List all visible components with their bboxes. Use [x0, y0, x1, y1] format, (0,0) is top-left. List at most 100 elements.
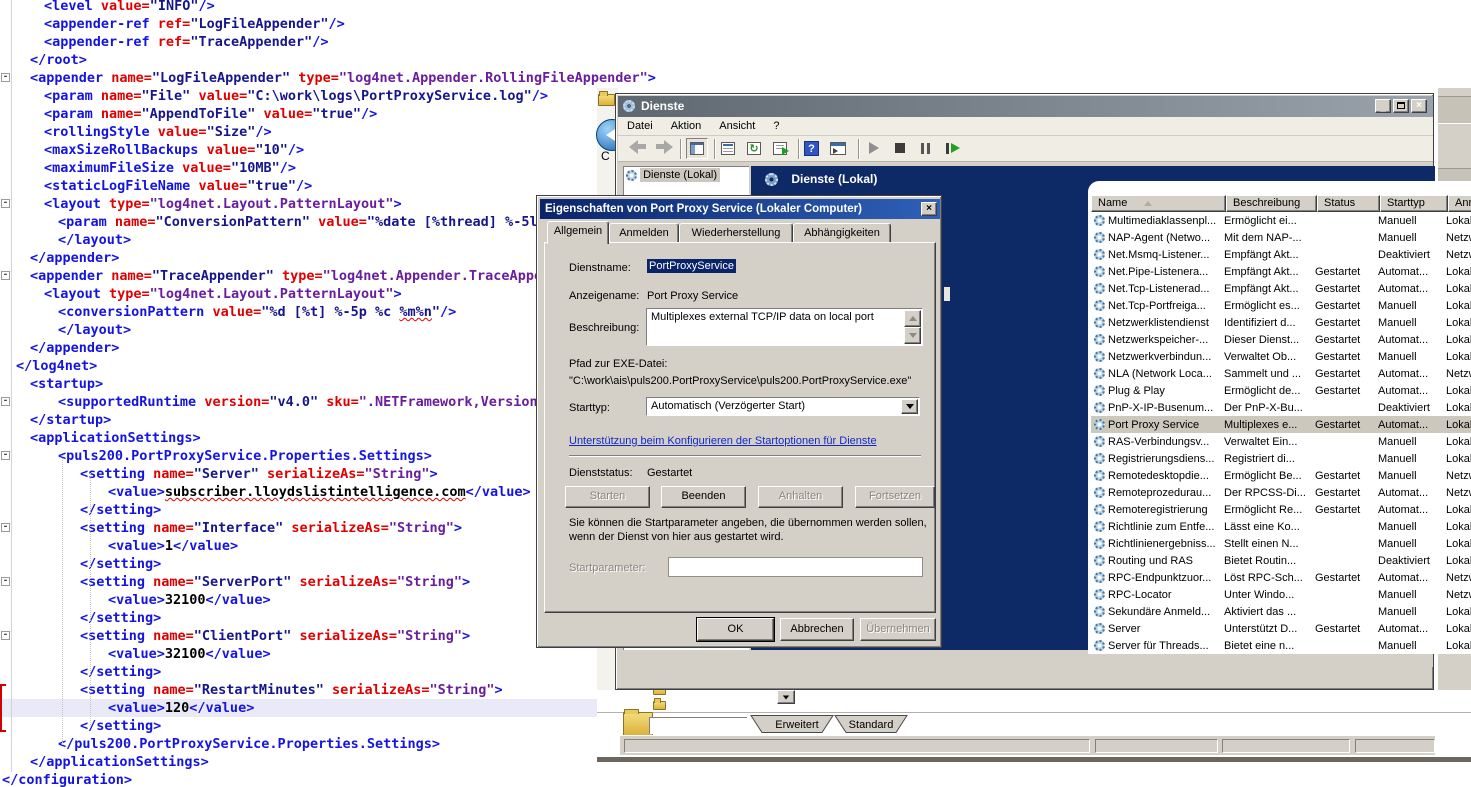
service-row[interactable]: Net.Msmq-Listener...Empfängt Akt...Deakt…: [1091, 246, 1471, 263]
service-row[interactable]: Netzwerkspeicher-...Dieser Dienst...Gest…: [1091, 331, 1471, 348]
column-header-name[interactable]: Name: [1091, 195, 1226, 212]
menu-item-1[interactable]: Aktion: [662, 117, 711, 132]
service-row[interactable]: Net.Tcp-Listenerad...Empfängt Akt...Gest…: [1091, 280, 1471, 297]
starttyp-label: Starttyp:: [569, 402, 610, 414]
service-gear-icon: [1094, 470, 1105, 481]
tab-abhaengigkeiten[interactable]: Abhängigkeiten: [793, 223, 891, 243]
service-row[interactable]: RemoteregistrierungErmöglicht Re...Gesta…: [1091, 501, 1471, 518]
service-row[interactable]: Routing und RASBietet Routin...Deaktivie…: [1091, 552, 1471, 569]
service-row[interactable]: Richtlinienergebniss...Stellt einen N...…: [1091, 535, 1471, 552]
fortsetzen-button[interactable]: Fortsetzen: [855, 486, 935, 508]
menu-item-3[interactable]: ?: [764, 117, 788, 132]
explorer-combo-dropdown-button[interactable]: [777, 690, 795, 704]
beschreibung-textbox[interactable]: Multiplexes external TCP/IP data on loca…: [646, 308, 923, 346]
beenden-button[interactable]: Beenden: [661, 486, 746, 508]
restart-service-button[interactable]: [944, 140, 962, 158]
service-row[interactable]: RAS-Verbindungsv...Verwaltet Ein...Manue…: [1091, 433, 1471, 450]
service-row[interactable]: RPC-LocatorUnter Windo...ManuellNetzwerk…: [1091, 586, 1471, 603]
column-header-anmelden-als[interactable]: Anmelden als: [1448, 195, 1471, 212]
service-row[interactable]: Net.Tcp-Portfreiga...Ermöglicht es...Ges…: [1091, 297, 1471, 314]
service-row[interactable]: Remotedesktopdie...Ermöglicht Be...Gesta…: [1091, 467, 1471, 484]
fold-toggle[interactable]: -: [1, 631, 10, 640]
service-row[interactable]: Net.Pipe-Listenera...Empfängt Akt...Gest…: [1091, 263, 1471, 280]
abbrechen-button[interactable]: Abbrechen: [780, 618, 854, 641]
pane-splitter-handle[interactable]: [944, 287, 950, 301]
left-pane-footer-box: [649, 717, 747, 734]
close-button[interactable]: ×: [1411, 99, 1427, 113]
fold-toggle[interactable]: -: [1, 199, 10, 208]
start-service-button[interactable]: [866, 140, 884, 158]
scroll-down-button[interactable]: [904, 327, 921, 344]
cell-name: Port Proxy Service: [1108, 419, 1224, 431]
cell-logon: Lokales System: [1446, 521, 1471, 533]
refresh-button[interactable]: ↻: [746, 140, 764, 158]
column-header-starttyp[interactable]: Starttyp: [1380, 195, 1448, 212]
cell-name: Sekundäre Anmeld...: [1108, 606, 1224, 618]
scroll-up-button[interactable]: [904, 310, 921, 327]
tab-wiederherstellung[interactable]: Wiederherstellung: [679, 223, 793, 243]
dialog-titlebar[interactable]: Eigenschaften von Port Proxy Service (Lo…: [540, 199, 940, 219]
properties-button[interactable]: [720, 140, 738, 158]
fold-toggle[interactable]: -: [1, 577, 10, 586]
service-row[interactable]: Richtlinie zum Entfe...Lässt eine Ko...M…: [1091, 518, 1471, 535]
service-row[interactable]: Remoteprozedurau...Der RPCSS-Di...Gestar…: [1091, 484, 1471, 501]
combobox-dropdown-button[interactable]: [901, 399, 918, 414]
maximize-button[interactable]: [1393, 99, 1409, 113]
service-row[interactable]: Plug & PlayErmöglicht de...GestartetAuto…: [1091, 382, 1471, 399]
service-row[interactable]: Netzwerkverbindun...Verwaltet Ob...Gesta…: [1091, 348, 1471, 365]
ok-button[interactable]: OK: [697, 618, 774, 641]
startup-options-help-link[interactable]: Unterstützung beim Konfigurieren der Sta…: [569, 435, 877, 447]
forward-button[interactable]: [655, 140, 673, 154]
pause-service-button[interactable]: [918, 140, 936, 158]
service-row[interactable]: Multimediaklassenpl...Ermöglicht ei...Ma…: [1091, 212, 1471, 229]
starttyp-combobox[interactable]: Automatisch (Verzögerter Start): [646, 397, 920, 416]
help-button[interactable]: ?: [804, 140, 822, 158]
service-row[interactable]: Sekundäre Anmeld...Aktiviert das ...Manu…: [1091, 603, 1471, 620]
column-header-status[interactable]: Status: [1317, 195, 1380, 212]
tree-item-dienste-lokal[interactable]: Dienste (Lokal): [624, 167, 749, 183]
back-button[interactable]: [629, 140, 647, 154]
service-row[interactable]: Port Proxy ServiceMultiplexes e...Gestar…: [1091, 416, 1471, 433]
export-list-button[interactable]: [772, 140, 790, 158]
column-header-beschreibung[interactable]: Beschreibung: [1226, 195, 1317, 212]
fold-toggle[interactable]: -: [1, 73, 10, 82]
startparameter-input[interactable]: [668, 557, 923, 577]
uebernehmen-button[interactable]: Übernehmen: [860, 618, 936, 641]
fold-toggle[interactable]: -: [1, 397, 10, 406]
service-row[interactable]: Server für Threads...Bietet eine n...Man…: [1091, 637, 1471, 652]
minimize-button[interactable]: _: [1375, 99, 1391, 113]
anhalten-button[interactable]: Anhalten: [758, 486, 843, 508]
folder-icon[interactable]: [653, 701, 666, 710]
cell-desc: Identifiziert d...: [1224, 317, 1315, 329]
service-row[interactable]: NLA (Network Loca...Sammelt und ...Gesta…: [1091, 365, 1471, 382]
stop-service-button[interactable]: [892, 140, 910, 158]
service-row[interactable]: PnP-X-IP-Busenum...Der PnP-X-Bu...Deakti…: [1091, 399, 1471, 416]
cell-name: Server: [1108, 623, 1224, 635]
service-row[interactable]: RPC-Endpunktzuor...Löst RPC-Sch...Gestar…: [1091, 569, 1471, 586]
service-row[interactable]: ServerUnterstützt D...GestartetAutomat..…: [1091, 620, 1471, 637]
dialog-close-button[interactable]: ×: [921, 202, 937, 216]
fold-toggle[interactable]: -: [1, 271, 10, 280]
fold-toggle[interactable]: -: [1, 523, 10, 532]
tab-anmelden[interactable]: Anmelden: [609, 223, 679, 243]
extended-view-button[interactable]: [830, 140, 848, 158]
cell-logon: Lokaler Dienst: [1446, 317, 1471, 329]
service-gear-icon: [1094, 351, 1105, 362]
service-row[interactable]: NAP-Agent (Netwo...Mit dem NAP-...Manuel…: [1091, 229, 1471, 246]
menu-item-2[interactable]: Ansicht: [710, 117, 764, 132]
service-gear-icon: [1094, 402, 1105, 413]
service-row[interactable]: Registrierungsdiens...Registriert di...M…: [1091, 450, 1471, 467]
starten-button[interactable]: Starten: [565, 486, 650, 508]
cell-desc: Mit dem NAP-...: [1224, 232, 1315, 244]
window-titlebar[interactable]: Dienste _ ×: [618, 96, 1433, 117]
tab-allgemein[interactable]: Allgemein: [547, 221, 609, 244]
service-row[interactable]: NetzwerklistendienstIdentifiziert d...Ge…: [1091, 314, 1471, 331]
show-tree-button[interactable]: [686, 138, 708, 159]
fold-toggle[interactable]: -: [1, 451, 10, 460]
cell-start: Deaktiviert: [1378, 402, 1446, 414]
tab-erweitert-label[interactable]: Erweitert: [775, 719, 818, 731]
tab-standard-label[interactable]: Standard: [849, 719, 894, 731]
dienstname-value[interactable]: PortProxyService: [647, 259, 736, 273]
menu-item-0[interactable]: Datei: [618, 117, 662, 132]
service-gear-icon: [1094, 572, 1105, 583]
